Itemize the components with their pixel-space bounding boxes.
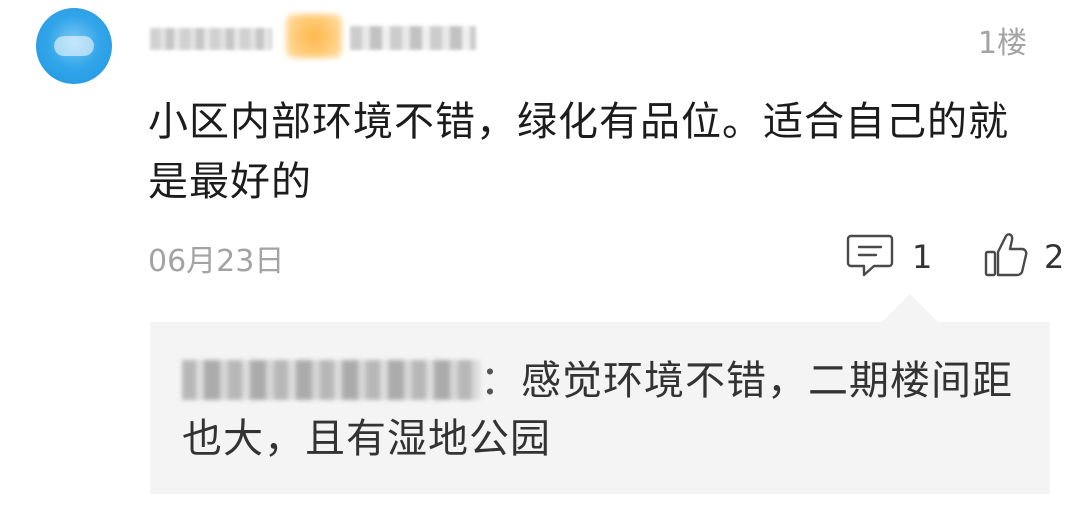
reply-separator: ： bbox=[480, 358, 521, 404]
like-button[interactable]: 2 bbox=[984, 232, 1064, 282]
reply-count: 1 bbox=[912, 238, 933, 276]
floor-number: 1楼 bbox=[977, 26, 1027, 61]
like-count: 2 bbox=[1044, 238, 1065, 276]
comment-date: 06月23日 bbox=[148, 244, 285, 279]
thumbs-up-icon bbox=[984, 232, 1028, 282]
reply-item: ：感觉环境不错，二期楼间距也大，且有湿地公园 bbox=[182, 352, 1022, 468]
reply-author-redacted[interactable] bbox=[182, 360, 480, 400]
user-level-redacted bbox=[350, 26, 476, 50]
username-redacted[interactable] bbox=[150, 28, 272, 50]
reply-button[interactable]: 1 bbox=[846, 232, 932, 282]
reply-box-pointer bbox=[882, 294, 938, 322]
reply-box: ：感觉环境不错，二期楼间距也大，且有湿地公园 bbox=[150, 322, 1050, 494]
comment-bubble-icon bbox=[846, 232, 894, 282]
user-badge-icon bbox=[286, 14, 342, 58]
comment-card: 1楼 小区内部环境不错，绿化有品位。适合自己的就是最好的 06月23日 1 2 … bbox=[0, 0, 1073, 514]
comment-content: 小区内部环境不错，绿化有品位。适合自己的就是最好的 bbox=[148, 99, 1009, 205]
avatar[interactable] bbox=[36, 8, 112, 84]
